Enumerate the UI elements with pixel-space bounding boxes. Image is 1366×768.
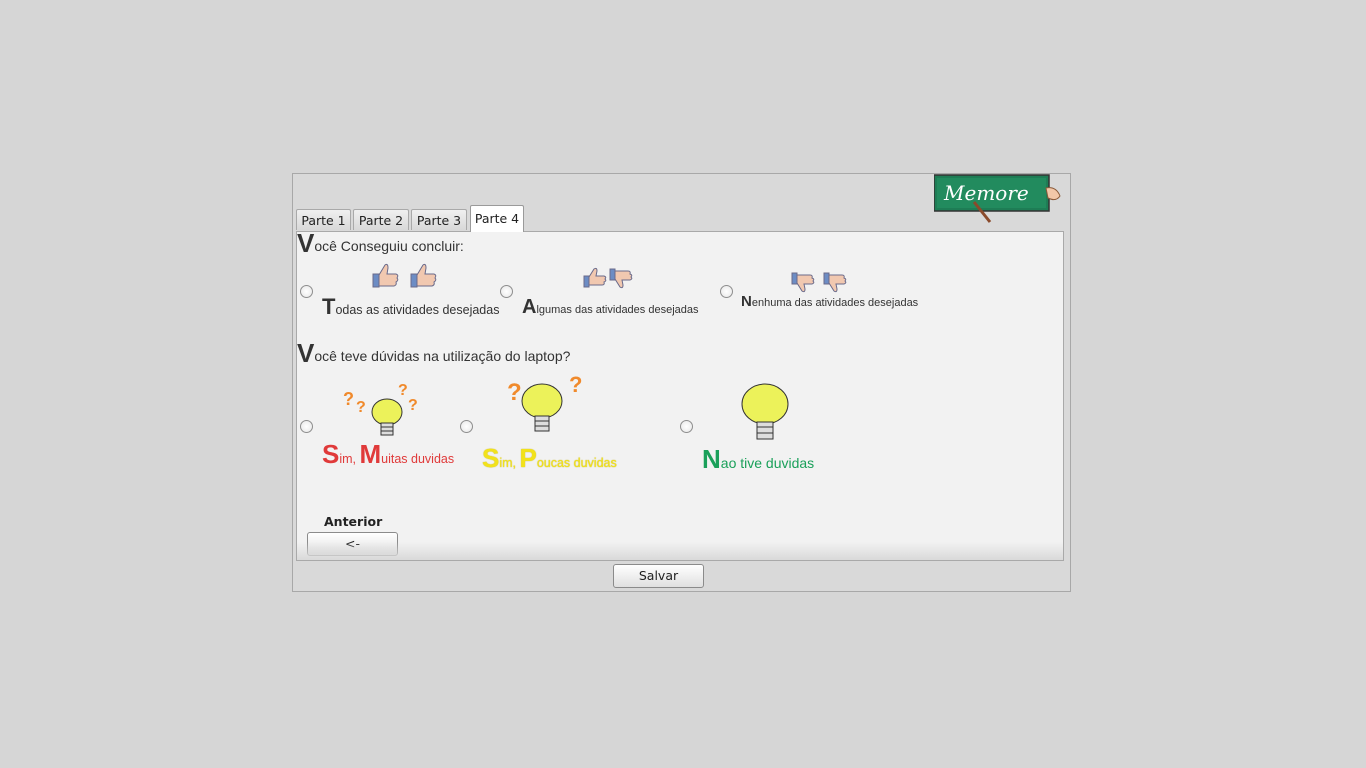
tab-parte-1[interactable]: Parte 1	[296, 209, 351, 230]
radio-poucas-duvidas[interactable]	[460, 420, 473, 433]
save-button[interactable]: Salvar	[613, 564, 704, 588]
logo-text: Memore	[943, 181, 1029, 205]
question-mark-icon: ?	[408, 397, 418, 414]
radio-nenhuma[interactable]	[720, 285, 733, 298]
option-nenhuma-label: Nenhuma das atividades desejadas	[741, 293, 919, 310]
tab-parte-3[interactable]: Parte 3	[411, 209, 467, 230]
question-2-title: Você teve dúvidas na utilização do lapto…	[297, 338, 570, 369]
question-1-title: Você Conseguiu concluir:	[297, 228, 464, 259]
previous-label: Anterior	[324, 514, 383, 529]
question-2-text: ocê teve dúvidas na utilização do laptop…	[314, 348, 571, 364]
question-1-initial: V	[297, 228, 315, 258]
thumbs-up-up-icon	[372, 263, 437, 288]
memore-logo: Memore	[934, 174, 1061, 223]
tab-parte-4[interactable]: Parte 4	[470, 205, 524, 232]
option-muitas-duvidas-label: Sim, Muitas duvidas	[322, 439, 455, 469]
tab-panel-parte-4: Você Conseguiu concluir: Todas as ativid…	[296, 228, 1064, 561]
option-algumas-label: Algumas das atividades desejadas	[522, 296, 699, 318]
light-bulb-medium-icon	[521, 383, 563, 432]
previous-button[interactable]: <-	[307, 532, 398, 556]
question-mark-icon: ?	[569, 372, 583, 397]
radio-todas[interactable]	[300, 285, 313, 298]
thumbs-up-down-icon	[583, 267, 633, 289]
light-bulb-large-icon	[741, 383, 789, 440]
tab-parte-2[interactable]: Parte 2	[353, 209, 409, 230]
option-nao-tive-duvidas-label: Nao tive duvidas	[702, 444, 815, 474]
radio-algumas[interactable]	[500, 285, 513, 298]
radio-muitas-duvidas[interactable]	[300, 420, 313, 433]
option-todas-label: Todas as atividades desejadas	[322, 294, 500, 319]
question-mark-icon: ?	[356, 399, 366, 416]
radio-nao-tive-duvidas[interactable]	[680, 420, 693, 433]
light-bulb-small-icon	[371, 398, 403, 436]
form-window: Memore Parte 1 Parte 2 Parte 3 Parte 4 V…	[292, 173, 1071, 592]
question-1-text: ocê Conseguiu concluir:	[314, 238, 464, 254]
question-mark-icon: ?	[343, 389, 354, 409]
question-2-initial: V	[297, 338, 315, 368]
option-poucas-duvidas-label: Sim, Poucas duvidas	[482, 443, 617, 473]
